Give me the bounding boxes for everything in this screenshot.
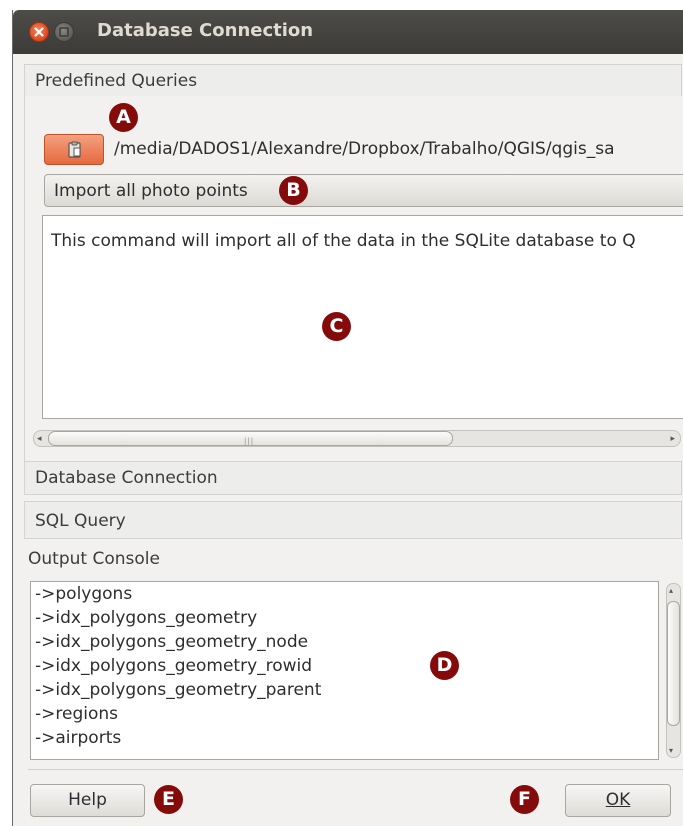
predefined-queries-label: Predefined Queries [35,71,198,91]
close-icon [34,27,44,37]
help-button[interactable]: Help [30,784,145,817]
database-connection-label: Database Connection [35,468,218,488]
scroll-left-icon[interactable]: ◂ [37,434,42,444]
divider [28,769,683,770]
title-bar: Database Connection [13,10,683,54]
console-line: ->airports [35,728,122,748]
horizontal-scrollbar[interactable]: ◂ ||| ▸ [33,430,681,447]
ok-button-label: OK [605,790,631,810]
database-path: /media/DADOS1/Alexandre/Dropbox/Trabalho… [114,139,615,159]
marker-d: D [430,651,459,680]
console-line: ->idx_polygons_geometry_parent [35,680,322,700]
grip-icon: ||| [244,437,255,445]
scroll-up-icon[interactable]: ▴ [669,586,673,595]
close-window-button[interactable] [29,22,49,42]
database-connection-window: Database Connection Predefined Queries /… [12,10,683,826]
minimize-icon [59,27,69,37]
marker-c: C [322,312,351,341]
marker-f: F [510,785,539,814]
query-dropdown[interactable]: Import all photo points [44,174,683,207]
console-line: ->idx_polygons_geometry_node [35,632,309,652]
marker-b: B [279,176,308,205]
scroll-right-icon[interactable]: ▸ [670,434,675,444]
marker-e: E [154,785,183,814]
query-description[interactable]: This command will import all of the data… [42,215,683,419]
vertical-scroll-thumb[interactable] [667,601,680,726]
paste-icon [68,141,81,158]
console-line: ->idx_polygons_geometry_rowid [35,656,313,676]
console-line: ->polygons [35,584,133,604]
database-connection-header[interactable]: Database Connection [24,461,682,495]
output-console[interactable]: ->polygons ->idx_polygons_geometry ->idx… [30,581,659,760]
query-dropdown-value: Import all photo points [54,181,248,201]
ok-button[interactable]: OK [565,784,671,817]
select-database-button[interactable] [44,134,104,165]
window-title: Database Connection [97,20,314,41]
console-line: ->idx_polygons_geometry [35,608,258,628]
sql-query-label: SQL Query [35,511,126,531]
console-line: ->regions [35,704,118,724]
vertical-scrollbar[interactable]: ▴ ▾ [666,583,681,758]
horizontal-scroll-thumb[interactable]: ||| [48,431,453,446]
scroll-down-icon[interactable]: ▾ [669,746,673,755]
query-description-text: This command will import all of the data… [51,231,636,251]
predefined-queries-header[interactable]: Predefined Queries [24,64,682,98]
marker-a: A [109,103,138,132]
minimize-window-button[interactable] [54,22,74,42]
sql-query-header[interactable]: SQL Query [24,501,682,539]
output-console-label: Output Console [28,549,160,569]
